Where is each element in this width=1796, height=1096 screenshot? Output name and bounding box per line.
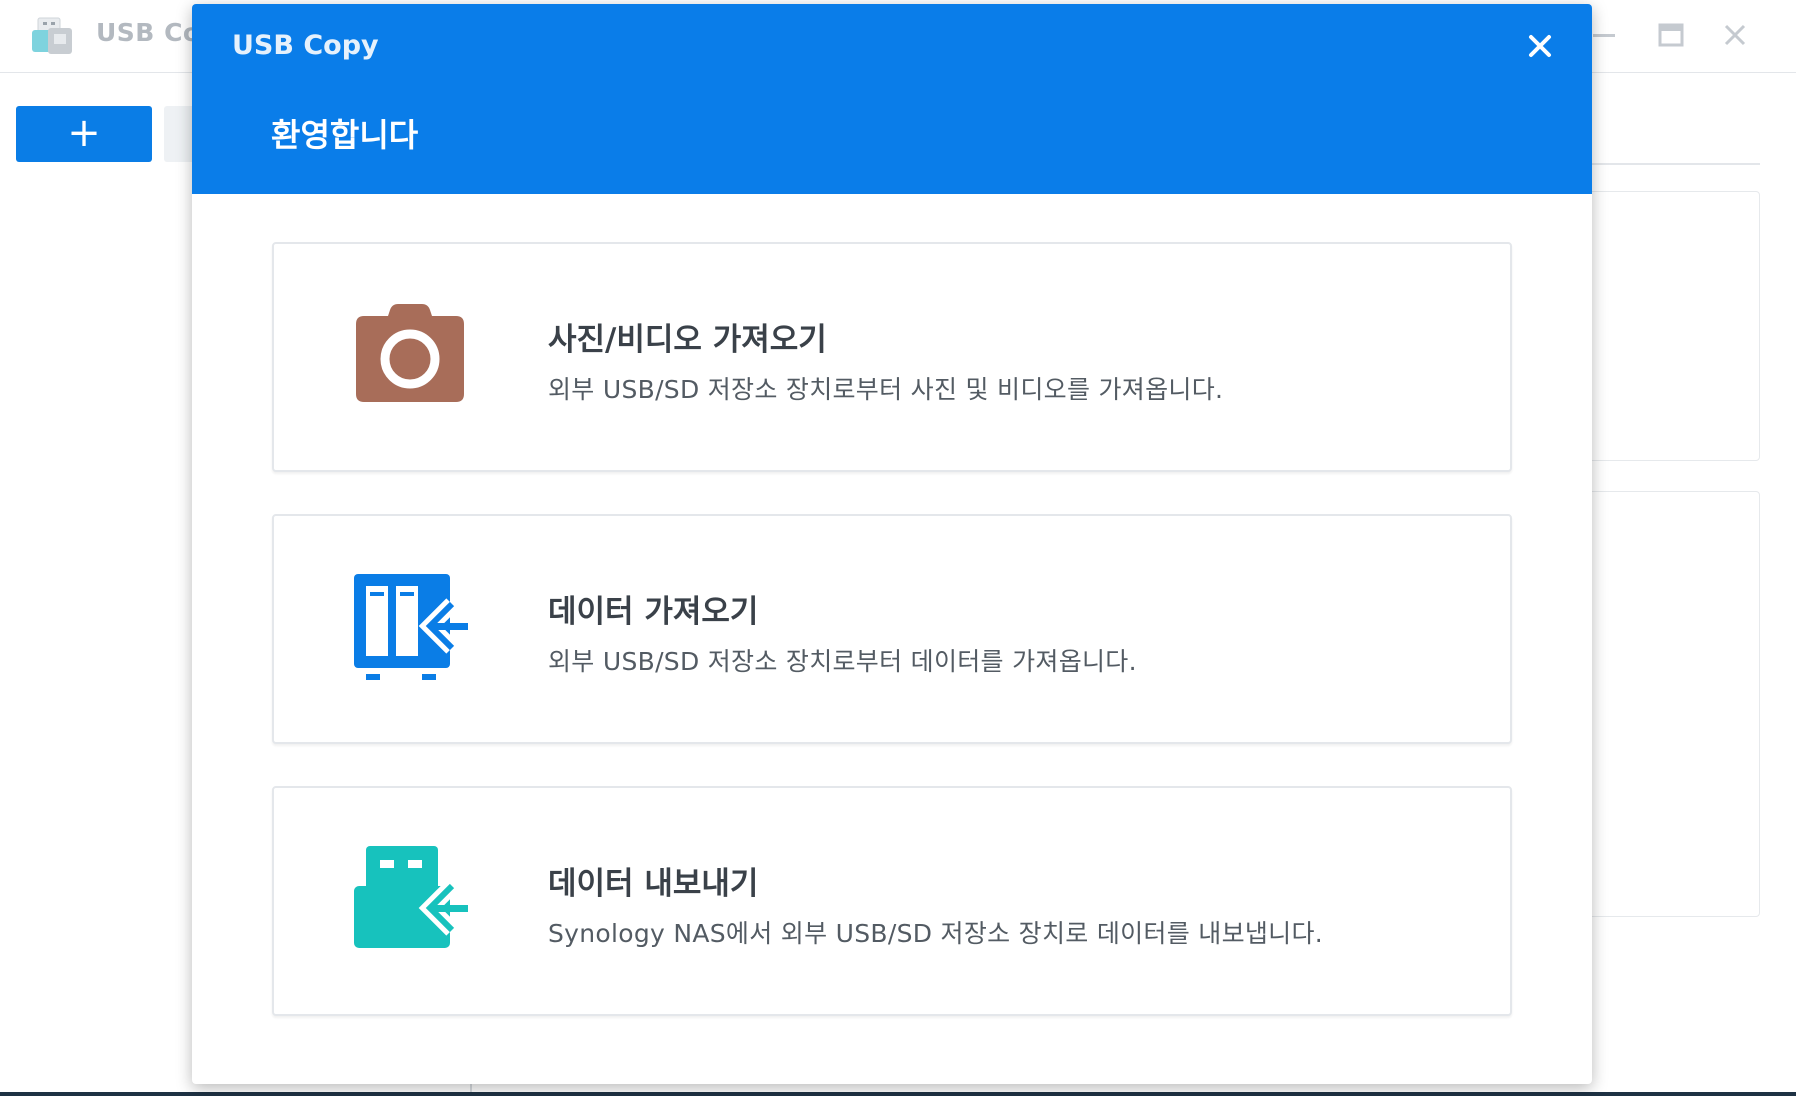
background-panel <box>1580 191 1760 461</box>
close-icon[interactable] <box>1525 31 1555 61</box>
dialog-header: USB Copy 환영합니다 <box>192 4 1592 194</box>
add-task-button[interactable]: + <box>16 106 152 162</box>
export-data-option[interactable]: 데이터 내보내기 Synology NAS에서 외부 USB/SD 저장소 장치… <box>272 786 1512 1016</box>
option-title: 사진/비디오 가져오기 <box>548 322 827 358</box>
welcome-dialog: USB Copy 환영합니다 사진/비디오 가져오기 외부 USB/SD 저장소… <box>192 4 1592 1084</box>
option-title: 데이터 내보내기 <box>548 866 759 902</box>
option-description: Synology NAS에서 외부 USB/SD 저장소 장치로 데이터를 내보… <box>548 919 1324 948</box>
import-photos-option[interactable]: 사진/비디오 가져오기 외부 USB/SD 저장소 장치로부터 사진 및 비디오… <box>272 242 1512 472</box>
app-title: USB Co <box>96 18 201 47</box>
dialog-title: USB Copy <box>232 30 379 61</box>
usb-copy-logo-icon <box>30 16 76 56</box>
maximize-icon[interactable] <box>1656 20 1686 50</box>
desktop-strip <box>0 1092 1796 1096</box>
option-title: 데이터 가져오기 <box>548 594 759 630</box>
usb-export-icon <box>352 846 468 952</box>
divider <box>1590 163 1760 165</box>
import-data-option[interactable]: 데이터 가져오기 외부 USB/SD 저장소 장치로부터 데이터를 가져옵니다. <box>272 514 1512 744</box>
nas-import-icon <box>352 574 468 680</box>
welcome-heading: 환영합니다 <box>271 116 419 154</box>
option-description: 외부 USB/SD 저장소 장치로부터 데이터를 가져옵니다. <box>548 647 1137 676</box>
background-panel <box>1580 491 1760 917</box>
option-description: 외부 USB/SD 저장소 장치로부터 사진 및 비디오를 가져옵니다. <box>548 375 1224 404</box>
minimize-icon[interactable] <box>1589 20 1619 50</box>
window-close-icon[interactable] <box>1720 20 1750 50</box>
camera-icon <box>352 302 468 408</box>
